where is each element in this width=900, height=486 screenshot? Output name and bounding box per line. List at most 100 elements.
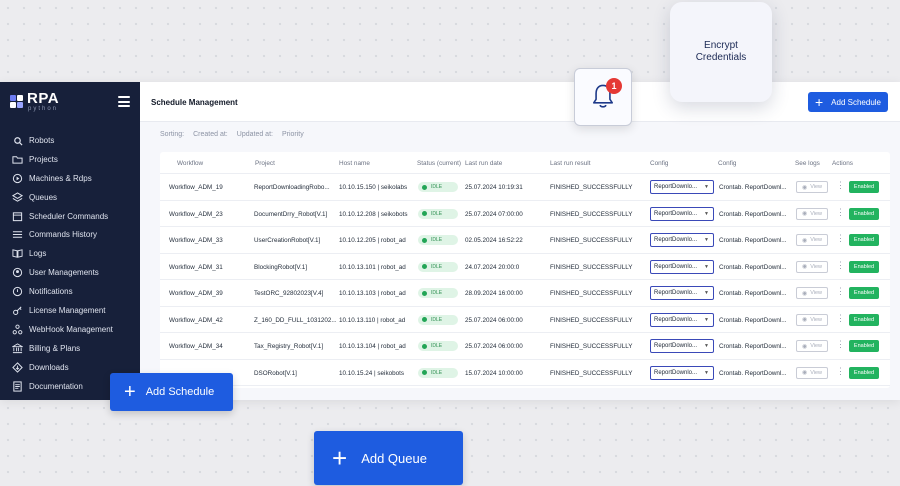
enabled-toggle[interactable]: Enabled bbox=[849, 313, 879, 326]
key-icon bbox=[12, 305, 23, 316]
host-cell: 10.10.15.150 | seikolabs bbox=[339, 184, 408, 191]
host-cell: 10.10.13.101 | robot_ad bbox=[339, 263, 406, 271]
sidebar-item-projects[interactable]: Projects bbox=[0, 150, 140, 169]
logo-icon bbox=[10, 94, 24, 109]
workflow-cell: Workflow_ADM_33 bbox=[169, 237, 223, 244]
status-badge: IDLE bbox=[418, 208, 458, 219]
config-select[interactable]: ReportDownlo... ▼ bbox=[650, 339, 714, 353]
enabled-toggle[interactable]: Enabled bbox=[849, 260, 879, 273]
config-select[interactable]: ReportDownlo... ▼ bbox=[650, 233, 714, 247]
view-logs-button[interactable]: ◉ View bbox=[796, 260, 828, 273]
more-options-icon[interactable]: ⋮ bbox=[836, 313, 845, 324]
more-options-icon[interactable]: ⋮ bbox=[836, 366, 845, 377]
config-select[interactable]: ReportDownlo... ▼ bbox=[650, 206, 714, 221]
sidebar-item-queues[interactable]: Queues bbox=[0, 188, 140, 207]
eye-icon: ◉ bbox=[801, 211, 808, 217]
view-logs-button[interactable]: ◉ View bbox=[796, 366, 828, 379]
sidebar-item-scheduler-commands[interactable]: Scheduler Commands bbox=[0, 207, 140, 226]
sidebar-item-label: User Managements bbox=[29, 268, 99, 278]
sidebar-item-commands-history[interactable]: Commands History bbox=[0, 225, 140, 244]
view-logs-button[interactable]: ◉ View bbox=[796, 313, 828, 326]
sort-updated-at[interactable]: Updated at: bbox=[237, 131, 273, 138]
project-cell: TestORC_92802023[V.4] bbox=[254, 290, 324, 297]
plus-icon: + bbox=[332, 443, 348, 473]
column-header: Workflow bbox=[177, 160, 204, 167]
column-header: Config bbox=[718, 160, 737, 167]
sidebar-item-billing-plans[interactable]: Billing & Plans bbox=[0, 339, 140, 358]
crontab-cell: Crontab. ReportDownl... bbox=[719, 316, 787, 324]
workflow-cell: Workflow_ADM_42 bbox=[169, 316, 223, 324]
eye-icon: ◉ bbox=[801, 184, 808, 191]
sort-priority[interactable]: Priority bbox=[282, 131, 304, 138]
users-icon bbox=[12, 267, 23, 278]
config-select[interactable]: ReportDownlo... ▼ bbox=[650, 180, 714, 194]
project-cell: DSORobot[V.1] bbox=[254, 369, 297, 377]
sidebar-item-logs[interactable]: Logs bbox=[0, 244, 140, 263]
config-select[interactable]: ReportDownlo... ▼ bbox=[650, 312, 714, 327]
sidebar-item-label: Documentation bbox=[29, 381, 83, 391]
enabled-toggle[interactable]: Enabled bbox=[849, 181, 879, 193]
status-dot-icon bbox=[422, 211, 427, 216]
notification-card[interactable]: 1 bbox=[574, 68, 632, 126]
workflow-cell: Workflow_ADM_34 bbox=[169, 343, 223, 350]
column-header: Last run date bbox=[465, 160, 503, 167]
more-options-icon[interactable]: ⋮ bbox=[836, 233, 845, 244]
table-row: Workflow_ADM_34 Tax_Registry_Robot[V.1] 10… bbox=[160, 333, 890, 360]
status-dot-icon bbox=[422, 317, 427, 322]
column-header: Host name bbox=[339, 160, 370, 167]
sidebar-item-robots[interactable]: Robots bbox=[0, 131, 140, 150]
chevron-down-icon: ▼ bbox=[704, 237, 709, 243]
floating-add-queue-button[interactable]: + Add Queue bbox=[314, 431, 463, 485]
add-schedule-button[interactable]: + Add Schedule bbox=[808, 92, 888, 112]
menu-icon[interactable] bbox=[118, 96, 130, 110]
view-logs-button[interactable]: ◉ View bbox=[796, 340, 828, 352]
enabled-toggle[interactable]: Enabled bbox=[849, 287, 879, 299]
table-row: Workflow_ADM_33 UserCreationRobot[V.1] 10.… bbox=[160, 227, 890, 254]
enabled-toggle[interactable]: Enabled bbox=[849, 366, 879, 379]
crontab-cell: Crontab. ReportDownl... bbox=[719, 290, 787, 297]
enabled-toggle[interactable]: Enabled bbox=[849, 207, 879, 220]
more-options-icon[interactable]: ⋮ bbox=[836, 339, 845, 350]
host-cell: 10.10.12.208 | seikobots bbox=[339, 210, 408, 218]
enabled-toggle[interactable]: Enabled bbox=[849, 340, 879, 352]
eye-icon: ◉ bbox=[801, 237, 808, 244]
chevron-down-icon: ▼ bbox=[704, 290, 709, 296]
view-logs-button[interactable]: ◉ View bbox=[796, 287, 828, 299]
more-options-icon[interactable]: ⋮ bbox=[836, 260, 845, 271]
enabled-toggle[interactable]: Enabled bbox=[849, 234, 879, 246]
column-header: Last run result bbox=[550, 160, 591, 167]
logo: RPA python bbox=[10, 91, 59, 112]
view-logs-button[interactable]: ◉ View bbox=[796, 207, 828, 220]
sidebar-item-label: Commands History bbox=[29, 230, 98, 240]
more-options-icon[interactable]: ⋮ bbox=[836, 207, 845, 218]
more-options-icon[interactable]: ⋮ bbox=[836, 180, 845, 191]
table-row: DSORobot[V.1] 10.10.15.24 | seikobots IDLE… bbox=[160, 360, 890, 386]
view-logs-button[interactable]: ◉ View bbox=[796, 234, 828, 246]
config-select[interactable]: ReportDownlo... ▼ bbox=[650, 365, 714, 380]
encrypt-line-1: Encrypt bbox=[704, 39, 738, 51]
sidebar-item-notifications[interactable]: Notifications bbox=[0, 282, 140, 301]
sidebar-item-user-managements[interactable]: User Managements bbox=[0, 263, 140, 282]
config-select[interactable]: ReportDownlo... ▼ bbox=[650, 286, 714, 300]
status-badge: IDLE bbox=[418, 235, 458, 245]
sidebar-item-machines-rdps[interactable]: Machines & Rdps bbox=[0, 169, 140, 188]
workflow-cell: Workflow_ADM_19 bbox=[169, 184, 223, 191]
floating-add-schedule-button[interactable]: + Add Schedule bbox=[110, 373, 233, 411]
sort-created-at[interactable]: Created at: bbox=[193, 131, 228, 138]
sidebar-item-webhook-management[interactable]: WebHook Management bbox=[0, 320, 140, 339]
encrypt-credentials-card[interactable]: Encrypt Credentials bbox=[670, 2, 772, 102]
bank-icon bbox=[12, 343, 23, 354]
machine-icon bbox=[12, 173, 23, 184]
sidebar-item-license-management[interactable]: License Management bbox=[0, 301, 140, 320]
logo-text: RPA bbox=[27, 90, 60, 107]
status-dot-icon bbox=[422, 290, 427, 296]
chevron-down-icon: ▼ bbox=[704, 263, 709, 270]
more-options-icon[interactable]: ⋮ bbox=[836, 286, 845, 297]
sidebar-nav: Robots Projects Machines & Rdps Queues Sched… bbox=[0, 131, 140, 395]
last-run-result-cell: FINISHED_SUCCESSFULLY bbox=[550, 369, 633, 377]
status-badge: IDLE bbox=[418, 288, 458, 298]
config-select[interactable]: ReportDownlo... ▼ bbox=[650, 259, 714, 274]
sidebar-item-label: License Management bbox=[29, 305, 106, 315]
view-logs-button[interactable]: ◉ View bbox=[796, 181, 828, 193]
column-header: Status (current) bbox=[417, 160, 462, 167]
